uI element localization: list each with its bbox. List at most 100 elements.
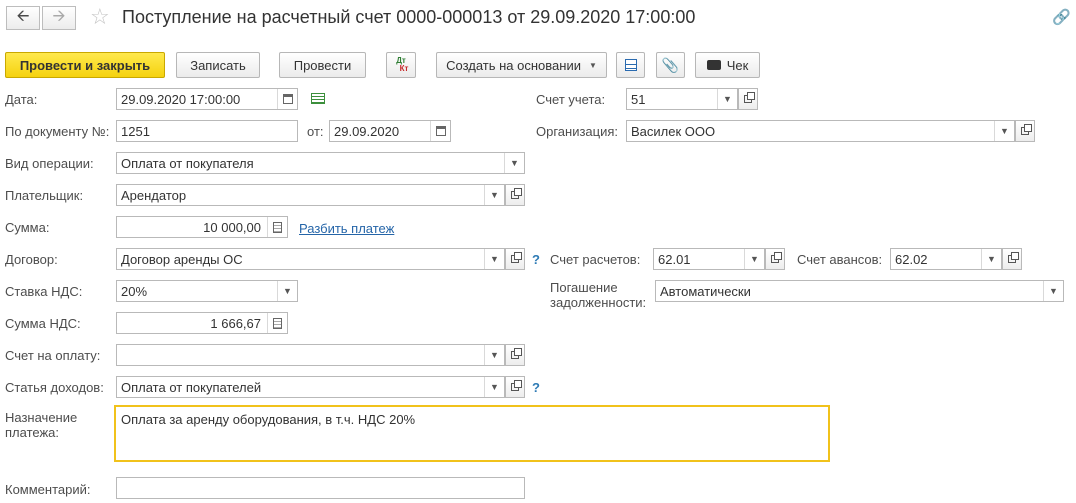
create-based-on-label: Создать на основании [446,57,581,73]
advance-account-label: Счет авансов: [797,252,883,267]
purpose-label: Назначение платежа: [5,410,77,440]
comment-input[interactable] [116,477,525,499]
account-open-button[interactable] [738,88,758,110]
operation-select[interactable]: Оплата от покупателя ▼ [116,152,525,174]
calendar-button[interactable] [277,89,297,109]
hierarchy-icon [624,59,637,71]
from-label: от: [307,124,324,139]
settlement-account-open-button[interactable] [765,248,785,270]
organization-label: Организация: [536,124,619,139]
dropdown-arrow-icon: ▼ [588,60,597,70]
contract-open-button[interactable] [505,248,525,270]
vat-rate-value: 20% [121,283,148,299]
repayment-label: Погашение задолженности: [550,280,646,310]
amount-label: Сумма: [5,220,50,235]
open-icon [511,188,522,199]
account-select[interactable]: 51 ▼ [626,88,738,110]
doc-number-input[interactable]: 1251 [116,120,298,142]
page-title: Поступление на расчетный счет 0000-00001… [122,7,696,27]
split-payment-link[interactable]: Разбить платеж [299,221,394,236]
amount-value: 10 000,00 [203,219,261,235]
income-item-open-button[interactable] [505,376,525,398]
income-item-value: Оплата от покупателей [121,379,262,395]
arrow-right-icon: 🡪 [52,7,66,25]
contract-select[interactable]: Договор аренды ОС ▼ [116,248,505,270]
organization-select[interactable]: Василек ООО ▼ [626,120,1015,142]
link-icon[interactable]: 🔗 [1052,8,1071,26]
organization-open-button[interactable] [1015,120,1035,142]
vat-rate-label: Ставка НДС: [5,284,83,299]
open-icon [1021,124,1032,135]
vat-sum-value: 1 666,67 [210,315,261,331]
vat-sum-label: Сумма НДС: [5,316,81,331]
contract-dropdown-icon[interactable]: ▼ [484,249,504,269]
post-button[interactable]: Провести [279,52,366,78]
advance-account-open-button[interactable] [1002,248,1022,270]
income-item-label: Статья доходов: [5,380,104,395]
income-help-icon[interactable]: ? [532,380,540,395]
settlement-account-label: Счет расчетов: [550,252,641,267]
invoice-open-button[interactable] [505,344,525,366]
date-input[interactable]: 29.09.2020 17:00:00 [116,88,298,110]
payer-value: Арендатор [121,187,187,203]
payer-select[interactable]: Арендатор ▼ [116,184,505,206]
operation-value: Оплата от покупателя [121,155,254,171]
vat-rate-dropdown-icon[interactable]: ▼ [277,281,297,301]
structure-button[interactable] [616,52,645,78]
attach-button[interactable]: 📎 [656,52,685,78]
advance-account-dropdown-icon[interactable]: ▼ [981,249,1001,269]
repayment-value: Автоматически [660,283,751,299]
post-and-close-button[interactable]: Провести и закрыть [5,52,165,78]
organization-dropdown-icon[interactable]: ▼ [994,121,1014,141]
account-label: Счет учета: [536,92,606,107]
settlement-account-select[interactable]: 62.01 ▼ [653,248,765,270]
amount-input[interactable]: 10 000,00 [116,216,288,238]
receipt-button[interactable]: Чек [695,52,760,78]
operation-dropdown-icon[interactable]: ▼ [504,153,524,173]
income-item-dropdown-icon[interactable]: ▼ [484,377,504,397]
receipt-label: Чек [726,57,749,73]
invoice-select[interactable]: ▼ [116,344,505,366]
save-button[interactable]: Записать [176,52,260,78]
open-icon [511,252,522,263]
dt-kt-button[interactable]: Дт Кт [386,52,416,78]
favorite-star-icon[interactable]: ☆ [90,4,110,30]
contract-value: Договор аренды ОС [121,251,243,267]
amount-calculator-button[interactable] [267,217,287,237]
calendar-icon [435,126,446,136]
create-based-on-button[interactable]: Создать на основании ▼ [436,52,607,78]
arrow-left-icon: 🡨 [16,7,30,25]
invoice-label: Счет на оплату: [5,348,101,363]
repayment-dropdown-icon[interactable]: ▼ [1043,281,1063,301]
vat-rate-select[interactable]: 20% ▼ [116,280,298,302]
from-date-input[interactable]: 29.09.2020 [329,120,451,142]
advance-account-select[interactable]: 62.02 ▼ [890,248,1002,270]
comment-label: Комментарий: [5,482,91,497]
payer-open-button[interactable] [505,184,525,206]
calendar-icon [282,94,293,104]
from-calendar-button[interactable] [430,121,450,141]
operation-label: Вид операции: [5,156,94,171]
vat-sum-calculator-button[interactable] [267,313,287,333]
forward-button[interactable]: 🡪 [42,6,76,30]
kt-label: Кт [399,64,409,73]
repayment-select[interactable]: Автоматически ▼ [655,280,1064,302]
invoice-dropdown-icon[interactable]: ▼ [484,345,504,365]
vat-sum-input[interactable]: 1 666,67 [116,312,288,334]
numbering-icon[interactable] [311,93,325,104]
income-item-select[interactable]: Оплата от покупателей ▼ [116,376,505,398]
open-icon [511,348,522,359]
open-icon [1008,252,1019,263]
doc-number-label: По документу №: [5,124,110,139]
purpose-label-line2: платежа: [5,425,59,440]
payment-purpose-textarea[interactable]: Оплата за аренду оборудования, в т.ч. НД… [114,405,830,462]
repayment-label-line2: задолженности: [550,295,647,310]
repayment-label-line1: Погашение [550,280,618,295]
back-button[interactable]: 🡨 [6,6,40,30]
contract-help-icon[interactable]: ? [532,252,540,267]
account-dropdown-icon[interactable]: ▼ [717,89,737,109]
calculator-icon [273,317,282,329]
payer-dropdown-icon[interactable]: ▼ [484,185,504,205]
date-value: 29.09.2020 17:00:00 [121,91,241,107]
settlement-account-dropdown-icon[interactable]: ▼ [744,249,764,269]
